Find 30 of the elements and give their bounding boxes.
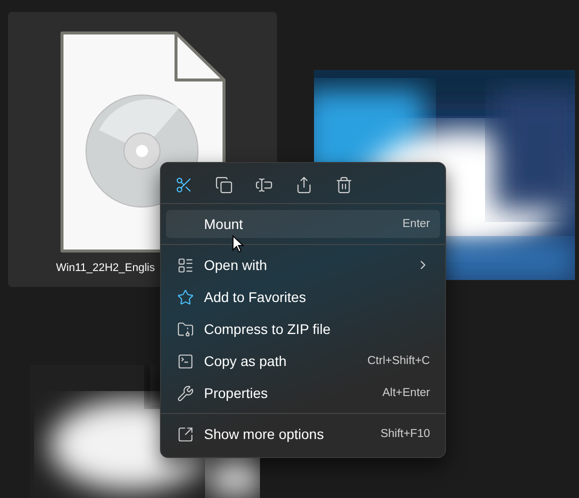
shortcut-text: Alt+Enter: [382, 387, 430, 399]
shortcut-text: Shift+F10: [380, 428, 430, 440]
cursor-icon: [232, 235, 244, 253]
menu-item[interactable]: Properties Alt+Enter: [166, 377, 440, 409]
list-icon: [176, 256, 194, 274]
shortcut-text: Ctrl+Shift+C: [367, 355, 430, 367]
menu-item-label: Copy as path: [204, 353, 288, 369]
menu-item-label: Add to Favorites: [204, 289, 307, 305]
menu-item-label: Properties: [204, 385, 269, 401]
cut-button[interactable]: [175, 175, 193, 195]
path-icon: [176, 352, 194, 370]
share-button[interactable]: [295, 175, 313, 195]
menu-item-label: Compress to ZIP file: [204, 321, 332, 337]
menu-item[interactable]: Copy as path Ctrl+Shift+C: [166, 345, 440, 377]
copy-button[interactable]: [215, 175, 233, 195]
menu-item[interactable]: Compress to ZIP file: [166, 313, 440, 345]
menu-item[interactable]: Open with: [166, 249, 440, 281]
menu-item[interactable]: Mount Enter: [166, 210, 440, 238]
menu-item-label: Show more options: [204, 426, 325, 442]
menu-item[interactable]: Show more options Shift+F10: [166, 418, 440, 450]
shortcut-text: Enter: [402, 218, 430, 230]
star-icon: [176, 288, 194, 306]
menu-item-label: Mount: [204, 216, 244, 232]
menu-item[interactable]: Add to Favorites: [166, 281, 440, 313]
file-name: Win11_22H2_Englis: [56, 262, 155, 274]
menu-item-label: Open with: [204, 257, 268, 273]
zip-folder-icon: [176, 320, 194, 338]
wrench-icon: [176, 384, 194, 402]
delete-button[interactable]: [335, 175, 353, 195]
more-options-icon: [176, 426, 194, 442]
